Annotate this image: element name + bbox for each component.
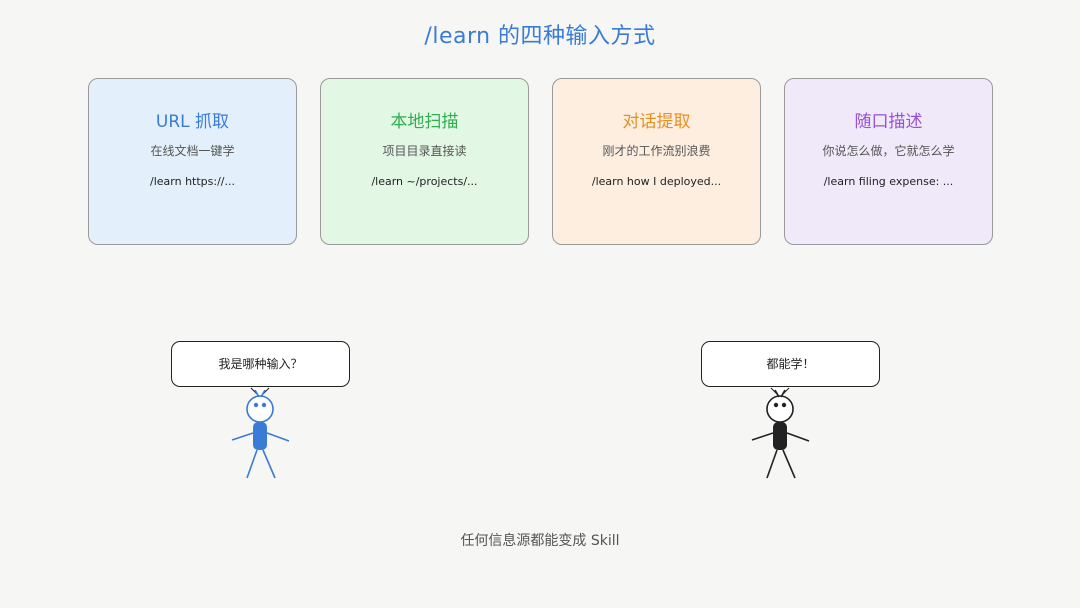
figure-eye [773, 402, 779, 408]
speech-bubble-right: 都能学！ [701, 341, 880, 387]
card-local-scan: 本地扫描 项目目录直接读 /learn ~/projects/... [320, 78, 529, 245]
card-url-fetch: URL 抓取 在线文档一键学 /learn https://... [88, 78, 297, 245]
figure-eye [261, 402, 267, 408]
card-title: 对话提取 [622, 112, 691, 132]
card-subtitle: 你说怎么做，它就怎么学 [822, 144, 955, 158]
card-title: 随口描述 [854, 112, 923, 132]
stick-figure-right [751, 387, 810, 479]
card-title: 本地扫描 [390, 112, 459, 132]
diagram-title: /learn 的四种输入方式 [424, 24, 656, 49]
card-command: /learn https://... [150, 175, 235, 188]
card-subtitle: 项目目录直接读 [382, 144, 467, 158]
card-command: /learn filing expense: ... [823, 175, 954, 188]
card-title: URL 抓取 [155, 112, 230, 132]
card-command: /learn ~/projects/... [371, 175, 478, 188]
card-subtitle: 刚才的工作流别浪费 [602, 144, 711, 158]
stick-figure-left [231, 387, 290, 479]
card-conversation-extract: 对话提取 刚才的工作流别浪费 /learn how I deployed... [552, 78, 761, 245]
caption: 任何信息源都能变成 Skill [460, 533, 620, 549]
speech-bubble-left: 我是哪种输入？ [171, 341, 350, 387]
card-command: /learn how I deployed... [591, 175, 722, 188]
figure-torso [773, 422, 787, 450]
figure-eye [253, 402, 259, 408]
card-subtitle: 在线文档一键学 [150, 144, 235, 158]
card-casual-describe: 随口描述 你说怎么做，它就怎么学 /learn filing expense: … [784, 78, 993, 245]
figure-torso [253, 422, 267, 450]
figure-eye [781, 402, 787, 408]
